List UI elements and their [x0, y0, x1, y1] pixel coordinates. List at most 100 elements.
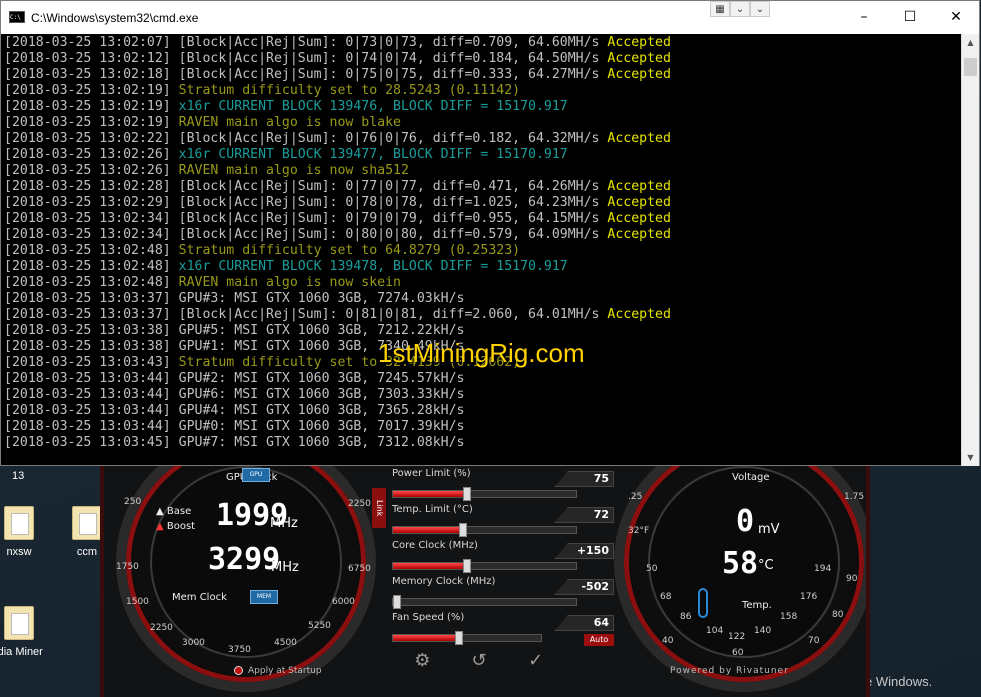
console-line: [2018-03-25 13:03:44] GPU#6: MSI GTX 106… [4, 387, 959, 403]
console-timestamp: [2018-03-25 13:03:37] [4, 291, 171, 306]
console-line: [2018-03-25 13:02:26] x16r CURRENT BLOCK… [4, 147, 959, 163]
console-line: [2018-03-25 13:02:19] Stratum difficulty… [4, 83, 959, 99]
powered-by-label: Powered by Rivatuner [670, 666, 789, 676]
slider-value[interactable]: 75 [554, 471, 614, 487]
console-message: [Block|Acc|Rej|Sum]: 0|80|0|80, diff=0.5… [170, 227, 608, 242]
console-timestamp: [2018-03-25 13:03:38] [4, 339, 171, 354]
tick-label: 4500 [274, 638, 297, 648]
gpu-chip-icon: GPU [242, 468, 270, 482]
slider-temp-limit[interactable]: Temp. Limit (°C) 72 [372, 502, 614, 538]
tick-label: 122 [728, 632, 746, 642]
mem-clock-unit: MHz [271, 560, 299, 575]
console-line: [2018-03-25 13:03:45] GPU#7: MSI GTX 106… [4, 435, 959, 451]
apply-check-icon[interactable]: ✓ [523, 650, 549, 672]
thermometer-icon [698, 588, 708, 618]
console-timestamp: [2018-03-25 13:02:07] [4, 35, 171, 50]
console-line: [2018-03-25 13:03:37] [Block|Acc|Rej|Sum… [4, 307, 959, 323]
console-timestamp: [2018-03-25 13:03:44] [4, 371, 171, 386]
console-status: Accepted [607, 195, 671, 210]
tick-label: 2250 [150, 623, 173, 633]
base-label: ▲ Base [156, 506, 192, 517]
tick-label: 3000 [182, 638, 205, 648]
console-timestamp: [2018-03-25 13:03:44] [4, 387, 171, 402]
tick-label: 6000 [332, 597, 355, 607]
console-output[interactable]: [2018-03-25 13:02:07] [Block|Acc|Rej|Sum… [4, 35, 959, 463]
slider-track[interactable] [392, 487, 577, 501]
slider-value[interactable]: 64 [554, 615, 614, 631]
console-message: GPU#7: MSI GTX 1060 3GB, 7312.08kH/s [170, 435, 465, 450]
chevron-down-icon[interactable]: ⌄ [730, 1, 750, 17]
console-line: [2018-03-25 13:02:26] RAVEN main algo is… [4, 163, 959, 179]
title-bar[interactable]: C:\ C:\Windows\system32\cmd.exe ▦ ⌄ ⌄ – … [1, 1, 979, 34]
apply-at-startup-toggle[interactable]: Apply at Startup [234, 666, 322, 676]
fan-auto-button[interactable]: Auto [584, 634, 614, 646]
console-timestamp: [2018-03-25 13:02:12] [4, 51, 171, 66]
grid-icon[interactable]: ▦ [710, 1, 730, 17]
scroll-up-icon[interactable]: ▲ [962, 34, 979, 51]
startup-label: Apply at Startup [248, 666, 322, 676]
slider-track[interactable] [392, 523, 577, 537]
scroll-thumb[interactable] [964, 58, 977, 76]
console-timestamp: [2018-03-25 13:03:38] [4, 323, 171, 338]
console-timestamp: [2018-03-25 13:03:44] [4, 419, 171, 434]
afterburner-toolbar: ⚙ ↺ ✓ [394, 648, 564, 674]
console-timestamp: [2018-03-25 13:02:48] [4, 243, 171, 258]
slider-thumb[interactable] [455, 631, 463, 645]
tick-label: 70 [808, 636, 820, 646]
slider-value[interactable]: 72 [554, 507, 614, 523]
console-message: GPU#4: MSI GTX 1060 3GB, 7365.28kH/s [170, 403, 465, 418]
slider-thumb[interactable] [463, 559, 471, 573]
settings-gear-icon[interactable]: ⚙ [409, 650, 435, 672]
desktop-icon-label: ccm [76, 546, 98, 558]
console-message: [Block|Acc|Rej|Sum]: 0|79|0|79, diff=0.9… [170, 211, 608, 226]
console-message: x16r CURRENT BLOCK 139478, BLOCK DIFF = … [170, 259, 568, 274]
desktop-icon-nxsw[interactable]: nxsw [0, 506, 54, 558]
slider-thumb[interactable] [459, 523, 468, 537]
console-timestamp: [2018-03-25 13:02:19] [4, 83, 171, 98]
folder-icon [4, 506, 34, 540]
console-timestamp: [2018-03-25 13:02:28] [4, 179, 171, 194]
slider-fill [393, 491, 467, 497]
console-timestamp: [2018-03-25 13:02:48] [4, 259, 171, 274]
slider-power-limit[interactable]: Power Limit (%) 75 [372, 466, 614, 502]
slider-thumb[interactable] [463, 487, 471, 501]
temp-label: Temp. [742, 600, 772, 611]
slider-thumb[interactable] [393, 595, 401, 609]
scrollbar[interactable]: ▲ ▼ [961, 34, 979, 466]
window-title: C:\Windows\system32\cmd.exe [31, 11, 199, 25]
slider-track[interactable] [392, 631, 542, 645]
tick-label: 3750 [228, 645, 251, 655]
slider-label: Temp. Limit (°C) [392, 504, 473, 515]
console-timestamp: [2018-03-25 13:03:45] [4, 435, 171, 450]
tick-label: 80 [832, 610, 844, 620]
voltage-unit: mV [758, 522, 780, 537]
tick-label: 68 [660, 592, 672, 602]
slider-value[interactable]: -502 [554, 579, 614, 595]
temp-value: 58 [722, 546, 759, 581]
desktop-icon-nvidia-miner[interactable]: idia Miner [0, 606, 54, 658]
slider-value[interactable]: +150 [554, 543, 614, 559]
slider-track[interactable] [392, 595, 577, 609]
tick-label: 250 [124, 497, 142, 507]
console-message: RAVEN main algo is now sha512 [170, 163, 409, 178]
console-message: GPU#3: MSI GTX 1060 3GB, 7274.03kH/s [170, 291, 465, 306]
scroll-down-icon[interactable]: ▼ [962, 449, 979, 466]
tick-label: 1500 [126, 597, 149, 607]
mini-toolbar: ▦ ⌄ ⌄ [710, 1, 770, 17]
tick-label: 194 [814, 564, 832, 574]
desktop-icon-label: idia Miner [0, 646, 43, 658]
afterburner-window: GPU Clock GPU ▲ Base ▲ Boost 1999 MHz 32… [100, 462, 870, 697]
slider-core-clock[interactable]: Core Clock (MHz) +150 [372, 538, 614, 574]
console-line: [2018-03-25 13:02:34] [Block|Acc|Rej|Sum… [4, 211, 959, 227]
close-button[interactable]: ✕ [933, 1, 979, 34]
console-status: Accepted [607, 227, 671, 242]
console-line: [2018-03-25 13:02:29] [Block|Acc|Rej|Sum… [4, 195, 959, 211]
chevron-down-icon[interactable]: ⌄ [750, 1, 770, 17]
slider-fan-speed[interactable]: Fan Speed (%) 64 Auto [372, 610, 614, 646]
maximize-button[interactable]: ☐ [887, 1, 933, 34]
minimize-button[interactable]: – [841, 1, 887, 34]
slider-fill [393, 635, 459, 641]
slider-track[interactable] [392, 559, 577, 573]
slider-memory-clock[interactable]: Memory Clock (MHz) -502 [372, 574, 614, 610]
reset-icon[interactable]: ↺ [466, 650, 492, 672]
